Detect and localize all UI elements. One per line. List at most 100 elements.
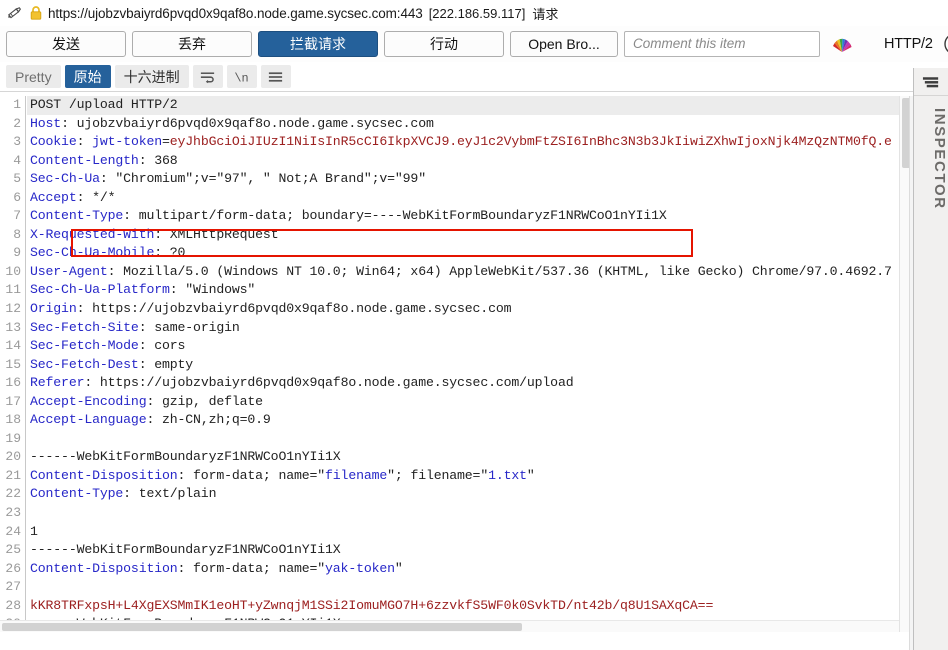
- code-line[interactable]: 1: [27, 523, 913, 542]
- line-number: 2: [13, 115, 21, 131]
- code-line[interactable]: [27, 504, 913, 523]
- code-line[interactable]: Host: ujobzvbaiyrd6pvqd0x9qaf8o.node.gam…: [27, 115, 913, 134]
- code-token: Content-Disposition: [30, 467, 178, 483]
- code-line[interactable]: User-Agent: Mozilla/5.0 (Windows NT 10.0…: [27, 263, 913, 282]
- code-token: :: [76, 134, 93, 150]
- action-button[interactable]: 行动: [384, 30, 504, 57]
- question-mark-icon[interactable]: ?: [943, 32, 948, 56]
- code-token: 1.txt: [488, 467, 527, 483]
- code-token: "; filename=": [387, 467, 489, 483]
- code-token: : */*: [76, 189, 116, 205]
- tab-hex[interactable]: 十六进制: [114, 65, 189, 88]
- line-number: 3: [13, 134, 21, 150]
- line-number: 7: [13, 208, 21, 224]
- tab-pretty[interactable]: Pretty: [6, 65, 61, 88]
- code-token: Referer: [30, 375, 85, 391]
- code-line[interactable]: POST /upload HTTP/2: [27, 96, 913, 115]
- code-token: : gzip, deflate: [146, 393, 263, 409]
- line-number: 23: [5, 505, 21, 521]
- code-token: X-Requested-With: [30, 226, 155, 242]
- url-ip: [222.186.59.117]: [428, 5, 526, 21]
- comment-input[interactable]: [624, 30, 820, 57]
- code-line[interactable]: ------WebKitFormBoundaryzF1NRWCoO1nYIi1X: [27, 541, 913, 560]
- request-code-area[interactable]: POST /upload HTTP/2 Host: ujobzvbaiyrd6pv…: [27, 96, 913, 632]
- code-token: =: [162, 134, 170, 150]
- code-line[interactable]: Content-Disposition: form-data; name="fi…: [27, 467, 913, 486]
- code-line[interactable]: Accept: */*: [27, 189, 913, 208]
- code-token: : multipart/form-data; boundary=----WebK…: [123, 208, 667, 224]
- line-number: 14: [5, 338, 21, 354]
- code-line[interactable]: Sec-Fetch-Mode: cors: [27, 337, 913, 356]
- code-token: : 368: [138, 152, 178, 168]
- code-token: : form-data; name=": [177, 560, 326, 576]
- code-line[interactable]: Sec-Fetch-Dest: empty: [27, 356, 913, 375]
- drop-button[interactable]: 丢弃: [132, 30, 252, 57]
- code-token: Content-Type: [30, 486, 124, 502]
- line-number: 16: [5, 375, 21, 391]
- hamburger-menu-icon[interactable]: [260, 65, 291, 88]
- code-token: Sec-Ch-Ua-Platform: [30, 282, 170, 298]
- code-line[interactable]: Sec-Ch-Ua-Mobile: ?0: [27, 244, 913, 263]
- code-token: : ?0: [154, 245, 186, 261]
- code-token: Content-Disposition: [30, 560, 178, 576]
- line-number: 10: [5, 263, 21, 279]
- inspector-panel[interactable]: INSPECTOR: [913, 68, 948, 650]
- code-line[interactable]: Origin: https://ujobzvbaiyrd6pvqd0x9qaf8…: [27, 300, 913, 319]
- view-mode-tabstrip: Pretty 原始 十六进制 \n: [0, 62, 948, 92]
- editor-hscroll-thumb[interactable]: [2, 623, 522, 631]
- code-line[interactable]: X-Requested-With: XMLHttpRequest: [27, 226, 913, 245]
- code-token: : empty: [138, 356, 194, 372]
- code-token: User-Agent: [30, 263, 108, 279]
- open-browser-button[interactable]: Open Bro...: [510, 30, 618, 57]
- code-line[interactable]: Content-Length: 368: [27, 152, 913, 171]
- code-line[interactable]: Sec-Ch-Ua-Platform: "Windows": [27, 281, 913, 300]
- line-number: 27: [5, 579, 21, 595]
- code-token: kKR8TRFxpsH+L4XgEXSMmIK1eoHT+yZwnqjM1SSi…: [30, 597, 714, 613]
- code-line[interactable]: Accept-Encoding: gzip, deflate: [27, 393, 913, 412]
- code-line[interactable]: [27, 430, 913, 449]
- rainbow-fan-icon[interactable]: [830, 33, 854, 55]
- line-number: 15: [5, 356, 21, 372]
- code-line[interactable]: Cookie: jwt-token=eyJhbGciOiJIUzI1NiIsIn…: [27, 133, 913, 152]
- inspector-panel-icon[interactable]: [914, 68, 948, 96]
- intercept-toggle-button[interactable]: 拦截请求: [258, 30, 378, 57]
- inspector-title: INSPECTOR: [931, 108, 948, 210]
- protocol-label: HTTP/2: [884, 35, 933, 52]
- line-number: 18: [5, 412, 21, 428]
- code-token: 1: [30, 523, 38, 539]
- code-line[interactable]: [27, 578, 913, 597]
- newline-escape-icon[interactable]: \n: [226, 65, 257, 88]
- code-token: Content-Length: [30, 152, 139, 168]
- code-token: : https://ujobzvbaiyrd6pvqd0x9qaf8o.node…: [84, 375, 574, 391]
- code-token: ------WebKitFormBoundaryzF1NRWCoO1nYIi1X: [30, 542, 341, 558]
- code-token: eyJhbGciOiJIUzI1NiIsInR5cCI6IkpXVCJ9.eyJ…: [169, 134, 892, 150]
- action-toolbar: 发送 丢弃 拦截请求 行动 Open Bro... HTTP/2: [0, 26, 948, 62]
- code-line[interactable]: Referer: https://ujobzvbaiyrd6pvqd0x9qaf…: [27, 374, 913, 393]
- tab-raw[interactable]: 原始: [64, 65, 111, 88]
- code-token: Sec-Ch-Ua-Mobile: [30, 245, 155, 261]
- code-line[interactable]: Content-Type: text/plain: [27, 485, 913, 504]
- code-token: ": [394, 560, 403, 576]
- send-button[interactable]: 发送: [6, 30, 126, 57]
- code-token: Origin: [30, 301, 77, 317]
- editor-horizontal-scrollbar[interactable]: [0, 620, 899, 632]
- code-line[interactable]: Accept-Language: zh-CN,zh;q=0.9: [27, 411, 913, 430]
- code-line[interactable]: ------WebKitFormBoundaryzF1NRWCoO1nYIi1X: [27, 448, 913, 467]
- code-token: : same-origin: [138, 319, 240, 335]
- code-token: Accept-Encoding: [30, 393, 147, 409]
- line-number: 13: [5, 319, 21, 335]
- line-number: 25: [5, 542, 21, 558]
- code-line[interactable]: Content-Disposition: form-data; name="ya…: [27, 560, 913, 579]
- line-number: 4: [13, 152, 21, 168]
- code-line[interactable]: kKR8TRFxpsH+L4XgEXSMmIK1eoHT+yZwnqjM1SSi…: [27, 597, 913, 616]
- code-token: jwt-token: [92, 134, 162, 150]
- code-line[interactable]: Sec-Fetch-Site: same-origin: [27, 319, 913, 338]
- request-editor[interactable]: 1 2 3 4 5 6 7 8 9 10 11 12 13 14 15 16 17 18 19 20 21 22 23 24 2…: [0, 96, 913, 632]
- lock-icon: [29, 5, 43, 21]
- line-number: 1: [13, 97, 21, 112]
- code-token: : "Chromium";v="97", " Not;A Brand";v="9…: [99, 171, 426, 187]
- word-wrap-icon[interactable]: [192, 65, 223, 88]
- line-number: 6: [13, 189, 21, 205]
- code-line[interactable]: Sec-Ch-Ua: "Chromium";v="97", " Not;A Br…: [27, 170, 913, 189]
- code-line[interactable]: Content-Type: multipart/form-data; bound…: [27, 207, 913, 226]
